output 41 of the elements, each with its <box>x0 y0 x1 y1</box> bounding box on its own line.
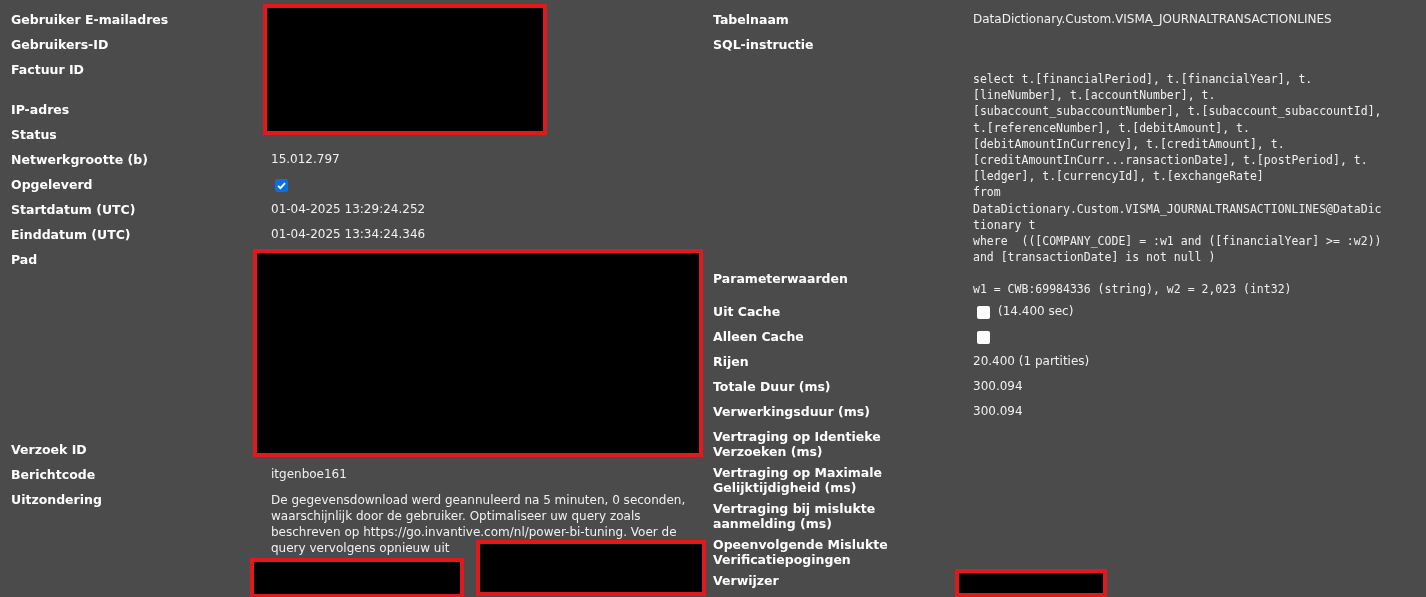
field-value: 01-04-2025 13:29:24.252 <box>271 202 426 216</box>
field-label: Berichtcode <box>11 466 97 484</box>
field-label: SQL-instructie <box>713 36 815 54</box>
field-label: Startdatum (UTC) <box>11 201 137 219</box>
field-label: Uitzondering <box>11 491 103 509</box>
field-label: Verwerkingsduur (ms) <box>713 402 871 421</box>
field-value: 01-04-2025 13:34:24.346 <box>271 227 426 241</box>
field-label: IP-adres <box>11 101 71 119</box>
field-label: Alleen Cache <box>713 327 805 346</box>
field-label: Totale Duur (ms) <box>713 377 832 396</box>
field-value: 300.094 <box>973 378 1023 393</box>
checkbox[interactable] <box>977 330 990 344</box>
field-label: Gebruikers-ID <box>11 36 110 54</box>
field-label: Vertraging bij mislukte aanmelding (ms) <box>713 499 877 531</box>
field-label: Uit Cache <box>713 302 782 321</box>
checkbox[interactable] <box>275 179 288 192</box>
field-label: Vertraging op Identieke Verzoeken (ms) <box>713 427 882 459</box>
field-label: Gebruiker E-mailadres <box>11 11 170 29</box>
checkbox[interactable] <box>977 305 990 319</box>
field-label: Factuur ID <box>11 61 85 79</box>
field-value: 15.012.797 <box>271 152 340 166</box>
field-label: Opeenvolgende Mislukte Verificatiepogingen <box>713 535 889 567</box>
field-label: Einddatum (UTC) <box>11 226 132 244</box>
field-value: itgenboe161 <box>271 467 347 481</box>
field-label: Verzoek ID <box>11 441 88 459</box>
code-value: select t.[financialPeriod], t.[financialYear], t. [lineNumber], t.[accountNumber], t. [subaccount_subaccountNumber], t.[subaccount_subaccountId], t.[referenceNumber], t.[debitAmount], t. [debitAmountInCurrency], t.[creditAmount], t. [creditAmountInCurr...ransactionDate], t.[postPeriod], t. [ledger], t.[currencyId], t.[exchangeRate] from DataDictionary.Custom.VISMA_JOURNALTRANSACTIONLINES@DataDic tionary t where (([COMPANY_CODE] = :w1 and ([financialYear] >= :w2)) and [transactionDate] is not null ) <box>973 71 1383 266</box>
field-label: Rijen <box>713 352 750 371</box>
field-value: 300.094 <box>973 403 1023 418</box>
field-value: 20.400 (1 partities) <box>973 353 1090 368</box>
field-label: Netwerkgrootte (b) <box>11 151 149 169</box>
field-label: Verwijzer <box>713 571 780 590</box>
field-label: Tabelnaam <box>713 11 790 29</box>
field-value: DataDictionary.Custom.VISMA_JOURNALTRANSACTIONLINES <box>973 12 1332 26</box>
field-label: Vertraging op Maximale Gelijktijdigheid (ms) <box>713 463 883 495</box>
code-value: w1 = CWB:69984336 (string), w2 = 2,023 (int32) <box>973 281 1293 298</box>
field-label: Status <box>11 126 58 144</box>
field-label: Opgeleverd <box>11 176 94 194</box>
field-value: (14.400 sec) <box>998 302 1074 318</box>
field-label: Parameterwaarden <box>713 270 849 289</box>
field-label: Pad <box>11 251 39 269</box>
field-value: De gegevensdownload werd geannuleerd na 5 minuten, 0 seconden, waarschijnlijk door de gebruiker. Optimaliseer uw query zoals beschreven op https://go.invantive.com/nl/power-bi-tuning. Voer de query vervolgens opnieuw uit <box>271 492 687 556</box>
